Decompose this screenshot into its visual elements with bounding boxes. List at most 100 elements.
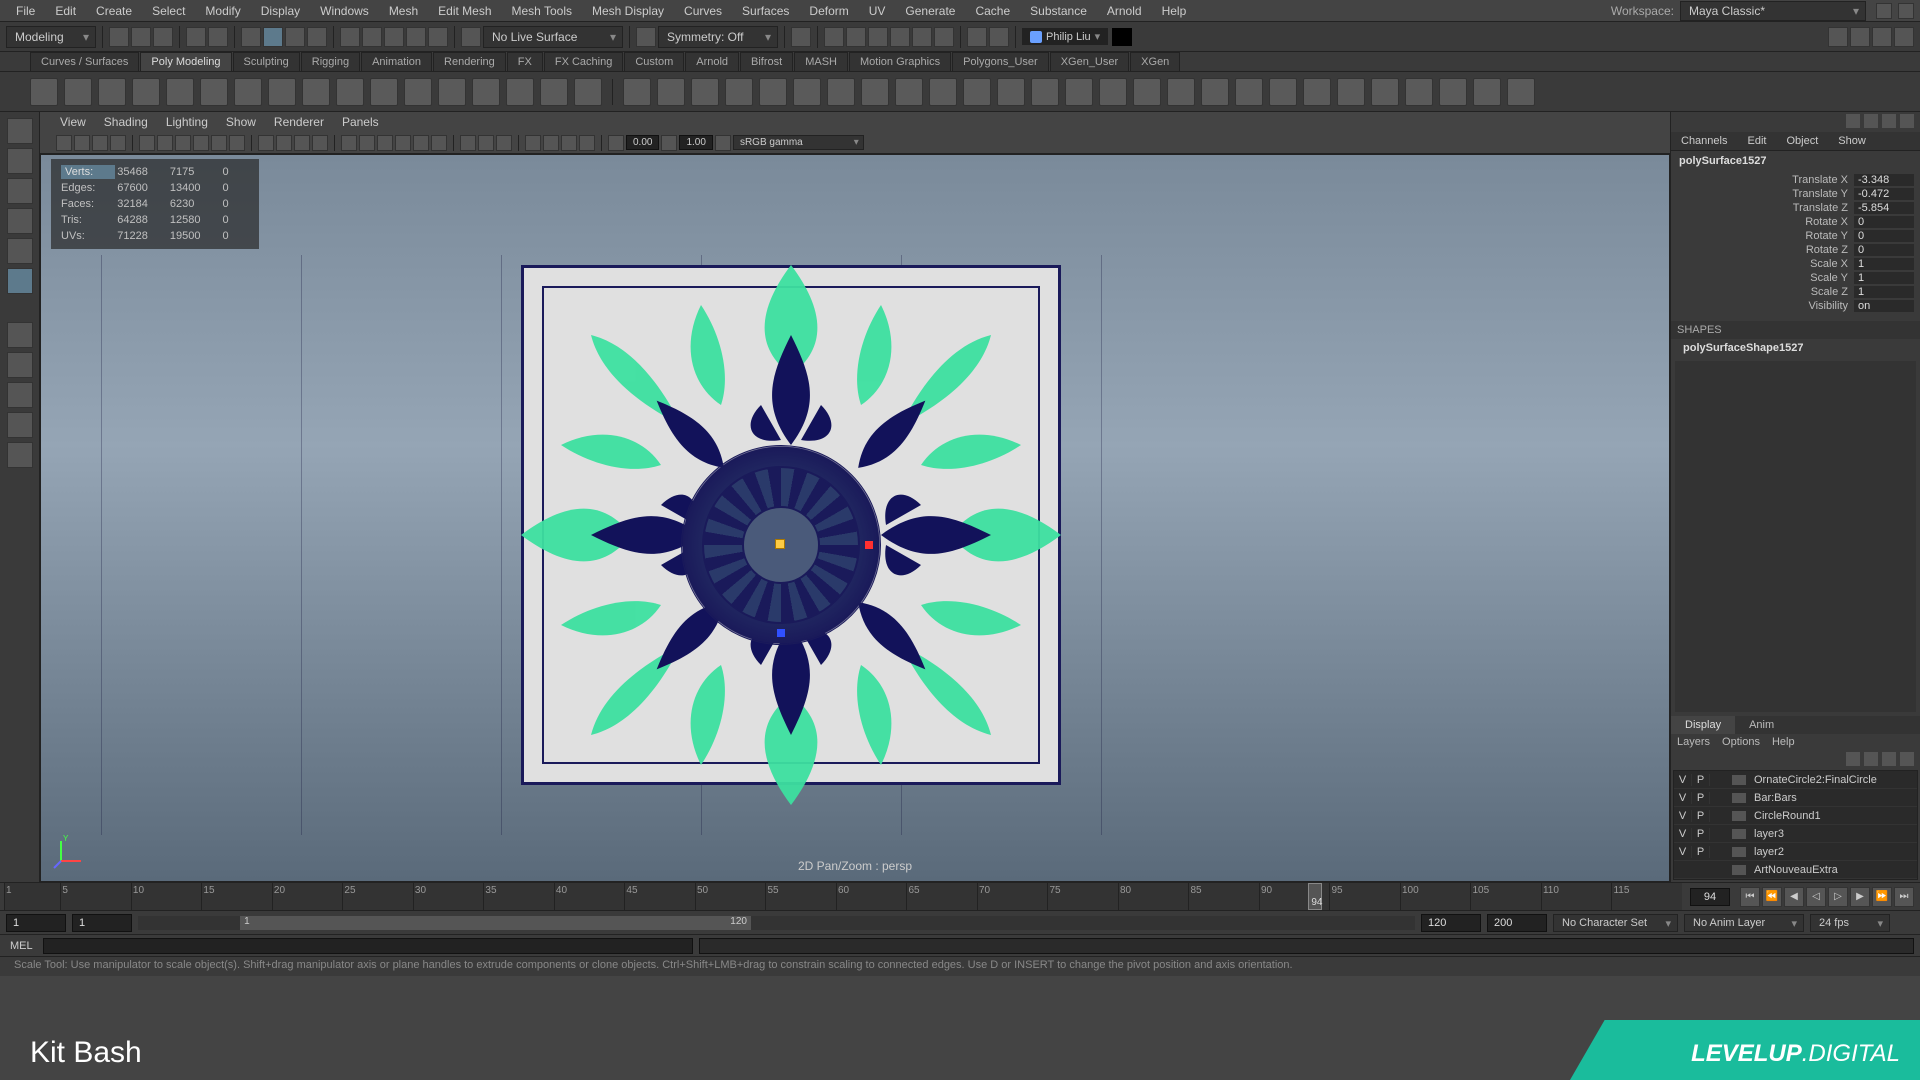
menu-arnold[interactable]: Arnold	[1097, 2, 1152, 20]
toggle-channel-box-icon[interactable]	[1894, 27, 1914, 47]
layer-row[interactable]: VPOrnateCircle2:FinalCircle	[1674, 771, 1917, 789]
menu-substance[interactable]: Substance	[1020, 2, 1097, 20]
snap-live-icon[interactable]	[428, 27, 448, 47]
view-icon[interactable]	[579, 135, 595, 151]
shelf-icon-d[interactable]	[1371, 78, 1399, 106]
maximize-icon[interactable]	[1898, 3, 1914, 19]
svg-icon[interactable]	[574, 78, 602, 106]
range-end-outer[interactable]: 200	[1487, 914, 1547, 932]
panel-panels[interactable]: Panels	[342, 115, 379, 129]
menu-file[interactable]: File	[6, 2, 45, 20]
anim-layer-dropdown[interactable]: No Anim Layer	[1684, 914, 1804, 932]
poly-sphere-icon[interactable]	[30, 78, 58, 106]
view-icon[interactable]	[294, 135, 310, 151]
bridge-icon[interactable]	[827, 78, 855, 106]
view-icon[interactable]	[496, 135, 512, 151]
command-language-label[interactable]: MEL	[0, 940, 43, 952]
layer-move-up-icon[interactable]	[1846, 752, 1860, 766]
poly-pyramid-icon[interactable]	[302, 78, 330, 106]
toggle-attribute-editor-icon[interactable]	[1850, 27, 1870, 47]
view-icon[interactable]	[543, 135, 559, 151]
poly-cylinder-icon[interactable]	[98, 78, 126, 106]
current-frame-field[interactable]: 94	[1690, 888, 1730, 906]
view-icon[interactable]	[359, 135, 375, 151]
menu-windows[interactable]: Windows	[310, 2, 379, 20]
menu-curves[interactable]: Curves	[674, 2, 732, 20]
poly-prism-icon[interactable]	[336, 78, 364, 106]
poly-platonic-icon[interactable]	[268, 78, 296, 106]
shelf-icon-g[interactable]	[1473, 78, 1501, 106]
poly-gear-icon[interactable]	[438, 78, 466, 106]
layout-four-icon[interactable]	[7, 352, 33, 378]
boolean-intersect-icon[interactable]	[759, 78, 787, 106]
step-back-key-icon[interactable]: ⏪	[1762, 887, 1782, 907]
view-icon[interactable]	[312, 135, 328, 151]
shelf-icon-a[interactable]	[1269, 78, 1297, 106]
manip-z-handle[interactable]	[777, 629, 785, 637]
attr-value[interactable]: -0.472	[1854, 188, 1914, 200]
shelf-tab-motiongraphics[interactable]: Motion Graphics	[849, 52, 951, 71]
layout-two-v-icon[interactable]	[7, 412, 33, 438]
account-chip[interactable]: Philip Liu ▾	[1022, 28, 1108, 45]
crease-icon[interactable]	[1201, 78, 1229, 106]
sculpt-icon[interactable]	[1133, 78, 1161, 106]
layer-menu-layers[interactable]: Layers	[1677, 736, 1710, 748]
range-end-inner[interactable]: 120	[1421, 914, 1481, 932]
toggle-modeling-toolkit-icon[interactable]	[1828, 27, 1848, 47]
poly-disc-icon[interactable]	[234, 78, 262, 106]
play-icon[interactable]	[967, 27, 987, 47]
poly-type-icon[interactable]	[540, 78, 568, 106]
layer-row[interactable]: VPBar:Bars	[1674, 789, 1917, 807]
view-icon[interactable]	[561, 135, 577, 151]
chan-edit[interactable]: Edit	[1737, 132, 1776, 150]
workspace-dropdown[interactable]: Maya Classic*	[1680, 1, 1866, 21]
attr-value[interactable]: 0	[1854, 230, 1914, 242]
layer-menu-help[interactable]: Help	[1772, 736, 1795, 748]
poly-helix-icon[interactable]	[404, 78, 432, 106]
view-icon[interactable]	[413, 135, 429, 151]
attr-value[interactable]: on	[1854, 300, 1914, 312]
layer-tab-display[interactable]: Display	[1671, 716, 1735, 734]
extrude-icon[interactable]	[793, 78, 821, 106]
bevel-icon[interactable]	[861, 78, 889, 106]
menu-meshdisplay[interactable]: Mesh Display	[582, 2, 674, 20]
chan-show[interactable]: Show	[1828, 132, 1876, 150]
view-icon[interactable]	[258, 135, 274, 151]
save-scene-icon[interactable]	[153, 27, 173, 47]
rp-icon[interactable]	[1864, 114, 1878, 128]
chan-channels[interactable]: Channels	[1671, 132, 1737, 150]
poly-pipe-icon[interactable]	[370, 78, 398, 106]
poly-soccer-icon[interactable]	[472, 78, 500, 106]
attr-value[interactable]: 0	[1854, 244, 1914, 256]
shelf-tab-xgenuser[interactable]: XGen_User	[1050, 52, 1129, 71]
shelf-tab-rendering[interactable]: Rendering	[433, 52, 506, 71]
layer-tab-anim[interactable]: Anim	[1735, 716, 1788, 734]
menu-cache[interactable]: Cache	[965, 2, 1020, 20]
boolean-diff-icon[interactable]	[725, 78, 753, 106]
view-icon[interactable]	[56, 135, 72, 151]
select-tool-icon[interactable]	[7, 118, 33, 144]
go-end-icon[interactable]: ⏭	[1894, 887, 1914, 907]
quad-draw-icon[interactable]	[1167, 78, 1195, 106]
select-component-icon[interactable]	[307, 27, 327, 47]
play-back-icon[interactable]: ◁	[1806, 887, 1826, 907]
menu-modify[interactable]: Modify	[195, 2, 250, 20]
view-icon[interactable]	[460, 135, 476, 151]
shelf-tab-curves[interactable]: Curves / Surfaces	[30, 52, 139, 71]
shelf-tab-arnold[interactable]: Arnold	[685, 52, 739, 71]
hypershade-icon[interactable]	[890, 27, 910, 47]
gamma-icon[interactable]	[661, 135, 677, 151]
time-slider[interactable]: 1510152025303540455055606570758085909510…	[0, 882, 1920, 910]
menu-uv[interactable]: UV	[859, 2, 896, 20]
view-icon[interactable]	[431, 135, 447, 151]
shelf-tab-sculpting[interactable]: Sculpting	[233, 52, 300, 71]
light-editor-icon[interactable]	[912, 27, 932, 47]
render-setup-icon[interactable]	[934, 27, 954, 47]
view-icon[interactable]	[110, 135, 126, 151]
separate-icon[interactable]	[657, 78, 685, 106]
view-transform-icon[interactable]	[715, 135, 731, 151]
shelf-tab-custom[interactable]: Custom	[624, 52, 684, 71]
layer-new-selected-icon[interactable]	[1900, 752, 1914, 766]
snap-grid-icon[interactable]	[340, 27, 360, 47]
shelf-tab-rigging[interactable]: Rigging	[301, 52, 360, 71]
